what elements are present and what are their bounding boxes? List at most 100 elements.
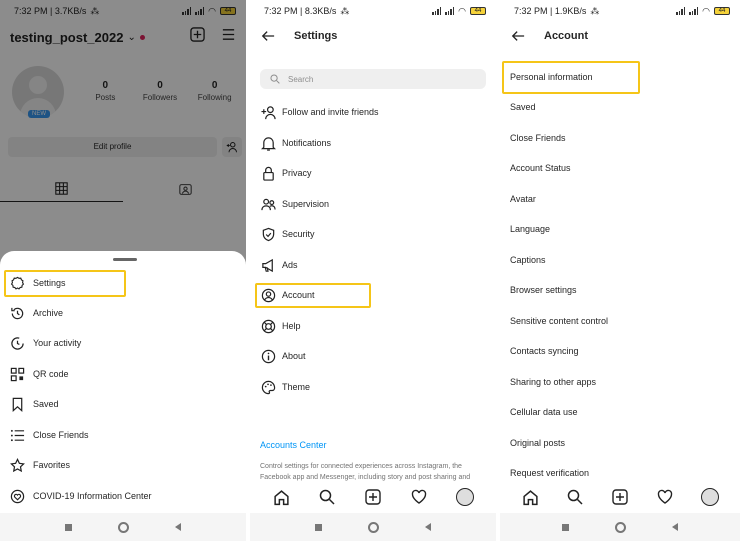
recents-button[interactable]: [65, 523, 72, 531]
account-item-saved[interactable]: Saved: [500, 92, 740, 122]
qr-code-icon: [9, 366, 25, 382]
account-item-language[interactable]: Language: [500, 214, 740, 244]
settings-item-ads[interactable]: Ads: [250, 250, 496, 280]
back-arrow-icon[interactable]: [508, 26, 528, 46]
shield-icon: [260, 226, 276, 242]
profile-avatar-icon[interactable]: [454, 486, 476, 508]
settings-item-privacy[interactable]: Privacy: [250, 158, 496, 188]
settings-item-follow-invite[interactable]: Follow and invite friends: [250, 97, 496, 127]
account-item-label: Sharing to other apps: [510, 377, 597, 387]
profile-avatar-icon[interactable]: [699, 486, 721, 508]
star-icon: [9, 457, 25, 473]
account-item-label: Browser settings: [510, 285, 577, 295]
settings-header: Settings: [258, 25, 488, 47]
heart-icon[interactable]: [408, 486, 430, 508]
menu-item-label: Archive: [33, 308, 64, 318]
account-item-contacts-syncing[interactable]: Contacts syncing: [500, 336, 740, 366]
home-button[interactable]: [368, 521, 379, 533]
account-screen: 7:32 PM | 1.9KB/s ⁂ ◠ 44 Account Persona…: [500, 0, 740, 541]
sheet-handle[interactable]: [113, 258, 137, 261]
search-icon[interactable]: [316, 486, 338, 508]
settings-item-theme[interactable]: Theme: [250, 372, 496, 402]
account-item-sensitive-content[interactable]: Sensitive content control: [500, 306, 740, 336]
account-item-cellular-data[interactable]: Cellular data use: [500, 397, 740, 427]
wifi-icon: ◠: [458, 5, 466, 16]
lifebuoy-icon: [260, 318, 276, 334]
account-item-label: Close Friends: [510, 133, 566, 143]
settings-item-label: About: [282, 351, 306, 361]
account-item-browser-settings[interactable]: Browser settings: [500, 275, 740, 305]
info-heart-icon: [9, 488, 25, 504]
back-button[interactable]: [672, 523, 678, 531]
lock-icon: [260, 165, 276, 181]
recents-button[interactable]: [315, 523, 322, 531]
account-item-account-status[interactable]: Account Status: [500, 153, 740, 183]
home-icon[interactable]: [270, 486, 292, 508]
wifi-icon: ◠: [702, 5, 710, 16]
status-bar: 7:32 PM | 1.9KB/s ⁂ ◠ 44: [500, 0, 740, 22]
account-item-sharing-other-apps[interactable]: Sharing to other apps: [500, 367, 740, 397]
settings-item-about[interactable]: About: [250, 341, 496, 371]
settings-item-supervision[interactable]: Supervision: [250, 189, 496, 219]
menu-item-close-friends[interactable]: Close Friends: [0, 420, 246, 450]
highlight-box-settings: [4, 270, 126, 297]
menu-item-favorites[interactable]: Favorites: [0, 450, 246, 480]
menu-item-label: Close Friends: [33, 430, 89, 440]
bookmark-icon: [9, 396, 25, 412]
account-item-captions[interactable]: Captions: [500, 245, 740, 275]
recents-button[interactable]: [562, 523, 569, 531]
accounts-center-link[interactable]: Accounts Center: [260, 440, 327, 450]
status-time: 7:32 PM | 1.9KB/s: [514, 6, 587, 16]
home-icon[interactable]: [519, 486, 541, 508]
create-post-icon[interactable]: [609, 486, 631, 508]
bell-icon: [260, 135, 276, 151]
list-icon: [9, 427, 25, 443]
settings-item-label: Help: [282, 321, 301, 331]
settings-item-help[interactable]: Help: [250, 311, 496, 341]
status-time: 7:32 PM | 8.3KB/s: [264, 6, 337, 16]
heart-icon[interactable]: [654, 486, 676, 508]
bottom-nav: [250, 483, 496, 511]
settings-item-security[interactable]: Security: [250, 219, 496, 249]
account-item-label: Original posts: [510, 438, 566, 448]
account-header: Account: [508, 25, 732, 47]
supervision-icon: [260, 196, 276, 212]
back-button[interactable]: [425, 523, 431, 531]
settings-screen: 7:32 PM | 8.3KB/s ⁂ ◠ 44 Settings Search…: [250, 0, 496, 541]
account-item-label: Language: [510, 224, 551, 234]
home-button[interactable]: [118, 521, 129, 533]
settings-item-label: Notifications: [282, 138, 332, 148]
account-item-original-posts[interactable]: Original posts: [500, 428, 740, 458]
back-arrow-icon[interactable]: [258, 26, 278, 46]
home-button[interactable]: [615, 521, 626, 533]
highlight-box-personal-information: [502, 61, 640, 94]
archive-icon: [9, 305, 25, 321]
search-icon: [270, 74, 280, 84]
menu-item-archive[interactable]: Archive: [0, 298, 246, 328]
account-item-close-friends[interactable]: Close Friends: [500, 123, 740, 153]
bottom-nav: [500, 483, 740, 511]
settings-item-label: Privacy: [282, 168, 312, 178]
account-item-label: Request verification: [510, 468, 590, 478]
settings-item-label: Follow and invite friends: [282, 107, 379, 117]
account-item-avatar[interactable]: Avatar: [500, 184, 740, 214]
search-input[interactable]: Search: [260, 69, 486, 89]
search-placeholder: Search: [288, 74, 314, 84]
profile-screen: 7:32 PM | 3.7KB/s ⁂ ◠ 44 testing_post_20…: [0, 0, 246, 541]
account-item-label: Contacts syncing: [510, 346, 579, 356]
no-wifi-icon: ⁂: [340, 5, 350, 16]
menu-item-covid-info[interactable]: COVID-19 Information Center: [0, 481, 246, 511]
menu-item-label: QR code: [33, 369, 69, 379]
search-icon[interactable]: [564, 486, 586, 508]
accounts-center-description: Control settings for connected experienc…: [260, 463, 471, 481]
menu-item-your-activity[interactable]: Your activity: [0, 328, 246, 358]
activity-icon: [9, 335, 25, 351]
create-post-icon[interactable]: [362, 486, 384, 508]
menu-item-qr-code[interactable]: QR code: [0, 359, 246, 389]
settings-item-notifications[interactable]: Notifications: [250, 128, 496, 158]
signal-icon: [432, 7, 442, 15]
back-button[interactable]: [175, 523, 181, 531]
account-item-label: Cellular data use: [510, 407, 578, 417]
menu-item-saved[interactable]: Saved: [0, 389, 246, 419]
system-nav-bar: [0, 513, 246, 541]
